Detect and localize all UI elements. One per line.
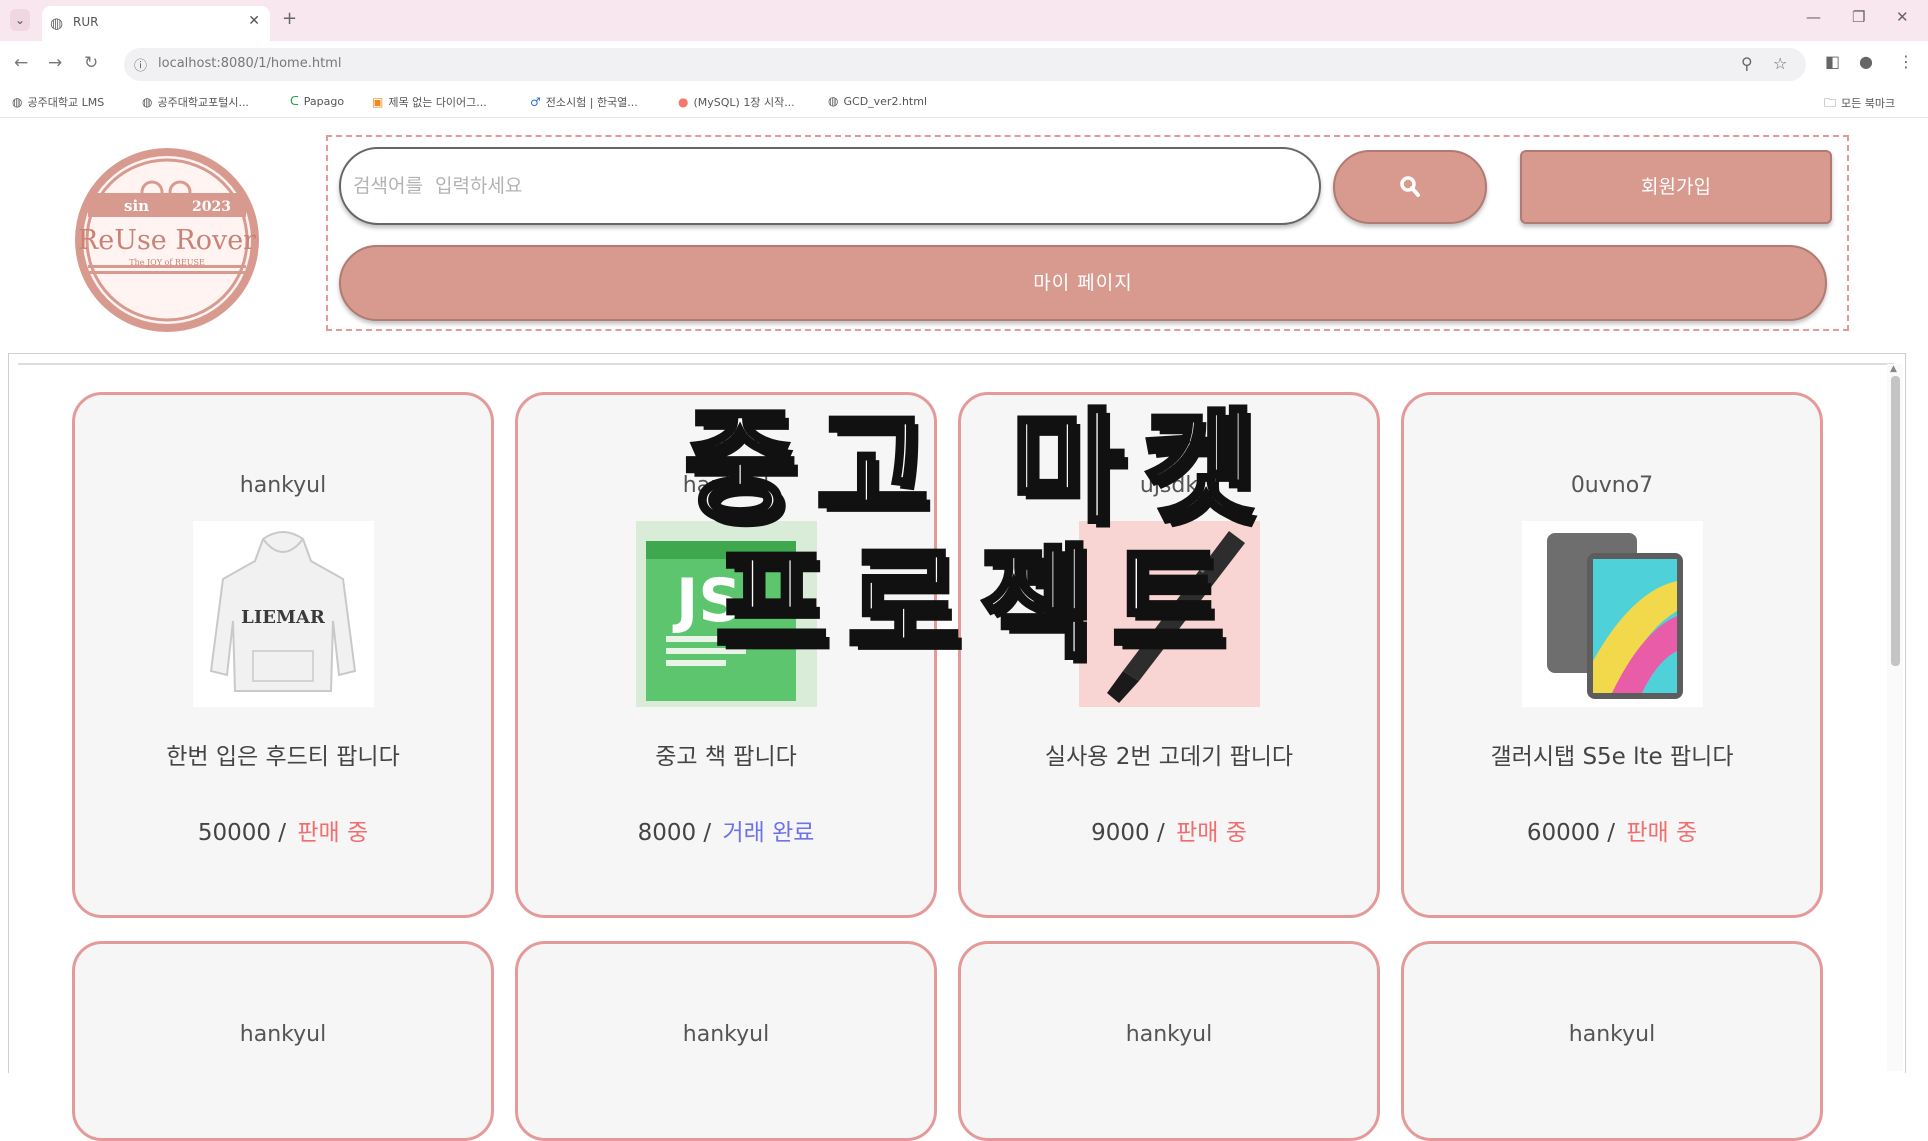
forward-icon[interactable]: → <box>48 53 62 73</box>
svg-text:LIEMAR: LIEMAR <box>241 607 326 628</box>
tab-title: RUR <box>73 15 99 29</box>
product-title: 중고 책 팝니다 <box>655 744 797 770</box>
product-card[interactable]: hankyul <box>958 941 1380 1141</box>
bookmark-star-icon[interactable]: ☆ <box>1773 54 1787 73</box>
divider <box>18 363 1894 365</box>
address-bar[interactable]: ⓘ localhost:8080/1/home.html ⚲ ☆ <box>124 48 1806 81</box>
logo-tagline: The JOY of REUSE <box>129 258 205 267</box>
all-bookmarks[interactable]: 🗀 모든 북마크 <box>1824 94 1895 115</box>
bookmark-item[interactable]: ▣ 제목 없는 다이어그... <box>372 94 487 110</box>
project-title-overlay: 중고 마켓 프로젝트 <box>650 397 1310 675</box>
globe-icon: ◍ <box>12 95 23 109</box>
status-badge: 판매 중 <box>1626 820 1698 846</box>
bookmark-item[interactable]: ᑕ Papago <box>290 94 344 108</box>
product-card[interactable]: hankyul LIEMAR 한번 입은 후드티 팝니다 50000 / 판매 … <box>72 392 494 918</box>
status-badge: 판매 중 <box>297 820 369 846</box>
bookmark-item[interactable]: ♂ 전소시험 | 한국열... <box>530 94 638 110</box>
price: 9000 <box>1091 820 1150 846</box>
menu-icon[interactable]: ⋮ <box>1898 52 1914 71</box>
bookmark-item[interactable]: ◍ 공주대학교 LMS <box>12 94 104 110</box>
product-title: 갤러시탭 S5e lte 팝니다 <box>1490 744 1734 770</box>
reload-icon[interactable]: ↻ <box>84 53 98 73</box>
browser-tab-bar: ⌄ ◍ RUR ✕ + — ❐ ✕ <box>0 0 1928 41</box>
price-line: 60000 / 판매 중 <box>1526 820 1698 846</box>
papago-icon: ᑕ <box>290 94 299 108</box>
side-panel-icon[interactable]: ◧ <box>1825 52 1840 71</box>
product-card[interactable]: hankyul <box>1401 941 1823 1141</box>
globe-icon: ◍ <box>828 94 839 108</box>
url-text: localhost:8080/1/home.html <box>158 56 342 71</box>
signup-button[interactable]: 회원가입 <box>1520 150 1832 224</box>
scrollbar-thumb[interactable] <box>1891 376 1900 666</box>
search-button[interactable] <box>1333 150 1487 224</box>
product-card[interactable]: hankyul <box>515 941 937 1141</box>
restore-icon[interactable]: ❐ <box>1852 8 1865 26</box>
scroll-up-icon[interactable]: ▲ <box>1890 364 1897 374</box>
mysql-icon: ● <box>678 95 689 109</box>
product-card[interactable]: hankyul <box>72 941 494 1141</box>
tab-search-chevron-icon[interactable]: ⌄ <box>10 9 30 31</box>
profile-icon[interactable]: ● <box>1859 52 1873 71</box>
seller-name: 0uvno7 <box>1570 473 1654 498</box>
globe-icon: ◍ <box>50 14 64 32</box>
overlay-line-2: 프로젝트 <box>713 533 1245 675</box>
diagram-icon: ▣ <box>372 95 384 109</box>
bookmark-item[interactable]: ◍ GCD_ver2.html <box>828 94 927 108</box>
price: 8000 <box>637 820 697 846</box>
price-line: 9000 / 판매 중 <box>1091 820 1247 846</box>
product-title: 한번 입은 후드티 팝니다 <box>166 744 400 770</box>
hoodie-image[interactable]: LIEMAR <box>193 521 374 707</box>
price-line: 8000 / 거래 완료 <box>637 820 815 846</box>
search-icon <box>1400 176 1420 197</box>
overlay-line-1: 중고 마켓 <box>682 397 1276 539</box>
minimize-icon[interactable]: — <box>1806 8 1821 26</box>
seller-name: hankyul <box>1125 1022 1213 1047</box>
scrollbar[interactable]: ▲ <box>1887 364 1903 1071</box>
exam-icon: ♂ <box>530 95 541 109</box>
close-tab-icon[interactable]: ✕ <box>248 13 260 29</box>
price: 60000 <box>1526 820 1600 846</box>
browser-toolbar: ← → ↻ ⓘ localhost:8080/1/home.html ⚲ ☆ ◧… <box>0 41 1928 87</box>
zoom-icon[interactable]: ⚲ <box>1741 54 1753 73</box>
seller-name: hankyul <box>239 473 327 498</box>
logo-name: ReUse Rover <box>78 225 256 256</box>
seller-name: hankyul <box>1568 1022 1656 1047</box>
tablet-image[interactable] <box>1522 521 1703 707</box>
bookmark-item[interactable]: ◍ 공주대학교포털시... <box>142 94 249 110</box>
reuse-rover-logo[interactable]: sin 2023 ReUse Rover The JOY of REUSE <box>72 145 262 335</box>
bookmark-item[interactable]: ● (MySQL) 1장 시작... <box>678 94 795 110</box>
seller-name: hankyul <box>239 1022 327 1047</box>
bookmarks-bar: ◍ 공주대학교 LMS ◍ 공주대학교포털시... ᑕ Papago ▣ 제목 없는 다… <box>0 87 1928 118</box>
folder-icon: 🗀 <box>1824 96 1837 110</box>
back-icon[interactable]: ← <box>14 53 28 73</box>
globe-icon: ◍ <box>142 95 153 109</box>
logo-sin: sin <box>124 197 149 215</box>
new-tab-icon[interactable]: + <box>282 8 297 29</box>
price: 50000 <box>197 820 271 846</box>
product-card[interactable]: 0uvno7 갤러시탭 S5e lte 팝니다 60000 / 판매 중 <box>1401 392 1823 918</box>
status-badge: 판매 중 <box>1176 820 1247 846</box>
status-badge: 거래 완료 <box>722 820 815 846</box>
logo-year: 2023 <box>192 199 231 215</box>
price-line: 50000 / 판매 중 <box>197 820 369 846</box>
browser-tab[interactable]: ◍ RUR ✕ <box>42 6 270 41</box>
product-title: 실사용 2번 고데기 팝니다 <box>1044 744 1294 770</box>
window-close-icon[interactable]: ✕ <box>1896 8 1909 26</box>
seller-name: hankyul <box>682 1022 770 1047</box>
search-input[interactable] <box>339 147 1321 225</box>
mypage-button[interactable]: 마이 페이지 <box>339 245 1827 321</box>
site-info-icon[interactable]: ⓘ <box>134 55 147 74</box>
